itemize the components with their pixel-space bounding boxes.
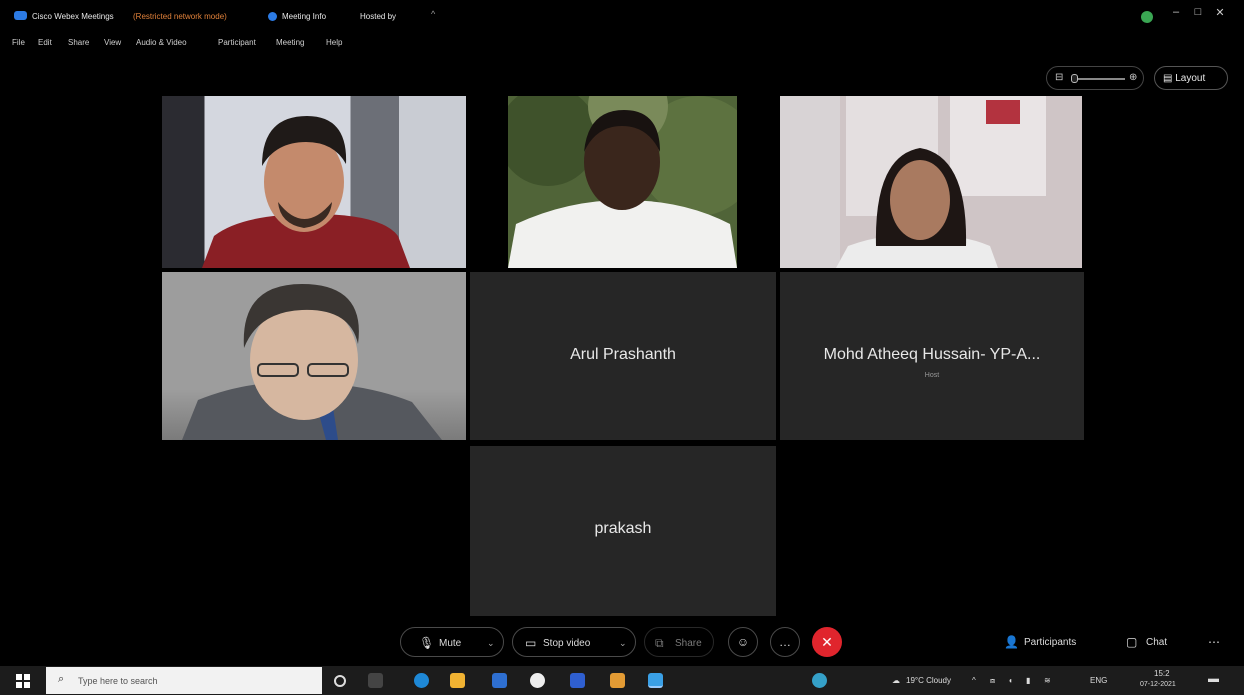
participant-tile-prakash[interactable]: prakash: [470, 446, 776, 616]
camera-icon: ▭: [525, 636, 537, 650]
close-icon[interactable]: ✕: [1212, 6, 1228, 19]
stop-video-button[interactable]: ▭ Stop video ⌄: [512, 627, 636, 657]
zoom-out-icon[interactable]: ⊟: [1055, 72, 1063, 83]
more-icon: …: [779, 635, 791, 649]
menu-share[interactable]: Share: [68, 38, 89, 47]
zoom-track[interactable]: [1071, 78, 1125, 80]
battery-icon[interactable]: ▮: [1026, 676, 1030, 685]
menu-participant[interactable]: Participant: [218, 38, 256, 47]
notification-icon[interactable]: ▬: [1208, 673, 1219, 685]
share-label: Share: [675, 638, 702, 649]
menu-audio-video[interactable]: Audio & Video: [136, 38, 187, 47]
cortana-icon[interactable]: [334, 675, 346, 687]
participant-video-3[interactable]: [780, 96, 1082, 268]
more-panels-icon[interactable]: ⋯: [1208, 635, 1220, 649]
zoom-in-icon[interactable]: ⊕: [1129, 72, 1137, 83]
network-mode-label: (Restricted network mode): [133, 12, 227, 21]
menu-help[interactable]: Help: [326, 38, 342, 47]
participant-tile-arul[interactable]: Arul Prashanth: [470, 272, 776, 440]
menu-meeting[interactable]: Meeting: [276, 38, 304, 47]
chat-icon: ▢: [1126, 635, 1138, 649]
language-label[interactable]: ENG: [1090, 676, 1107, 685]
mail-icon[interactable]: [570, 673, 585, 688]
chevron-up-icon[interactable]: ^: [431, 9, 435, 19]
zoom-thumb[interactable]: [1071, 74, 1078, 83]
participant-tile-mohd[interactable]: Mohd Atheeq Hussain- YP-A... Host: [780, 272, 1084, 440]
participant-name: prakash: [594, 520, 652, 537]
chevron-down-icon[interactable]: ⌄: [487, 638, 495, 649]
end-meeting-button[interactable]: ✕: [812, 627, 842, 657]
menu-bar: File Edit Share View Audio & Video Parti…: [0, 32, 1244, 54]
search-icon: ⌕: [58, 673, 65, 685]
wifi-icon[interactable]: ≋: [1044, 676, 1051, 685]
taskbar-search-input[interactable]: ⌕ Type here to search: [46, 667, 322, 694]
chrome-icon[interactable]: [530, 673, 545, 688]
smiley-icon: ☺: [736, 635, 750, 649]
webex-logo-icon: [14, 11, 27, 20]
clock-time[interactable]: 15:2: [1154, 669, 1170, 678]
volume-icon[interactable]: ◖: [1008, 676, 1013, 685]
participant-video-1[interactable]: [162, 96, 466, 268]
task-view-icon[interactable]: [368, 673, 383, 688]
participant-video-2[interactable]: [508, 96, 737, 268]
connection-status-icon: [1141, 11, 1153, 23]
chat-button[interactable]: ▢ Chat: [1126, 627, 1186, 657]
menu-edit[interactable]: Edit: [38, 38, 52, 47]
participant-name: Arul Prashanth: [570, 346, 676, 363]
reactions-button[interactable]: ☺: [728, 627, 758, 657]
app-icon[interactable]: [610, 673, 625, 688]
more-options-button[interactable]: …: [770, 627, 800, 657]
host-label: Hosted by: [360, 12, 397, 21]
share-screen-icon: ⧉: [655, 636, 664, 650]
participant-name: Mohd Atheeq Hussain- YP-A...: [823, 346, 1041, 363]
menu-view[interactable]: View: [104, 38, 121, 47]
video-zoom-slider[interactable]: ⊟ ⊕: [1046, 66, 1144, 90]
participants-button[interactable]: 👤 Participants: [1004, 627, 1104, 657]
browser-icon[interactable]: [812, 673, 827, 688]
minimize-icon[interactable]: –: [1168, 6, 1184, 18]
dropbox-icon[interactable]: [492, 673, 507, 688]
webex-taskbar-icon[interactable]: [648, 673, 663, 688]
share-button[interactable]: ⧉ Share: [644, 627, 714, 657]
participant-video-image: [182, 284, 442, 440]
maximize-icon[interactable]: □: [1190, 6, 1206, 18]
layout-button[interactable]: ▤ Layout: [1154, 66, 1228, 90]
mute-label: Mute: [439, 638, 462, 649]
meeting-info-link[interactable]: Meeting Info: [282, 12, 326, 21]
windows-start-icon[interactable]: [16, 674, 30, 688]
network-icon[interactable]: ⧈: [990, 676, 995, 686]
chat-label: Chat: [1146, 637, 1168, 648]
participant-video-image: [508, 96, 737, 268]
host-role-label: Host: [924, 372, 940, 379]
edge-browser-icon[interactable]: [414, 673, 429, 688]
participant-video-image: [780, 96, 1046, 268]
info-icon[interactable]: [268, 12, 277, 21]
mute-button[interactable]: 🎙 Mute ⌄: [400, 627, 504, 657]
layout-icon: ▤: [1163, 73, 1176, 84]
file-explorer-icon[interactable]: [450, 673, 465, 688]
participants-label: Participants: [1024, 637, 1077, 648]
weather-icon: ☁: [892, 676, 900, 685]
layout-label: Layout: [1175, 73, 1206, 84]
stop-video-label: Stop video: [543, 638, 591, 649]
person-icon: 👤: [1004, 635, 1019, 649]
clock-date[interactable]: 07-12-2021: [1140, 681, 1176, 688]
participant-video-4[interactable]: [162, 272, 466, 440]
search-placeholder: Type here to search: [78, 676, 158, 686]
participant-video-image: [202, 116, 410, 268]
meeting-controls: 🎙 Mute ⌄ ▭ Stop video ⌄ ⧉ Share ☺ … ✕ 👤 …: [0, 620, 1244, 666]
menu-file[interactable]: File: [12, 38, 25, 47]
windows-taskbar: ⌕ Type here to search ☁ 19°C Cloudy ^ ⧈ …: [0, 666, 1244, 695]
chevron-down-icon[interactable]: ⌄: [619, 638, 627, 649]
microphone-icon: 🎙: [419, 636, 435, 650]
tray-chevron-icon[interactable]: ^: [972, 676, 976, 685]
title-bar: Cisco Webex Meetings (Restricted network…: [0, 0, 1244, 32]
app-title: Cisco Webex Meetings: [32, 12, 114, 21]
weather-label[interactable]: 19°C Cloudy: [906, 676, 951, 685]
close-icon: ✕: [821, 634, 833, 650]
